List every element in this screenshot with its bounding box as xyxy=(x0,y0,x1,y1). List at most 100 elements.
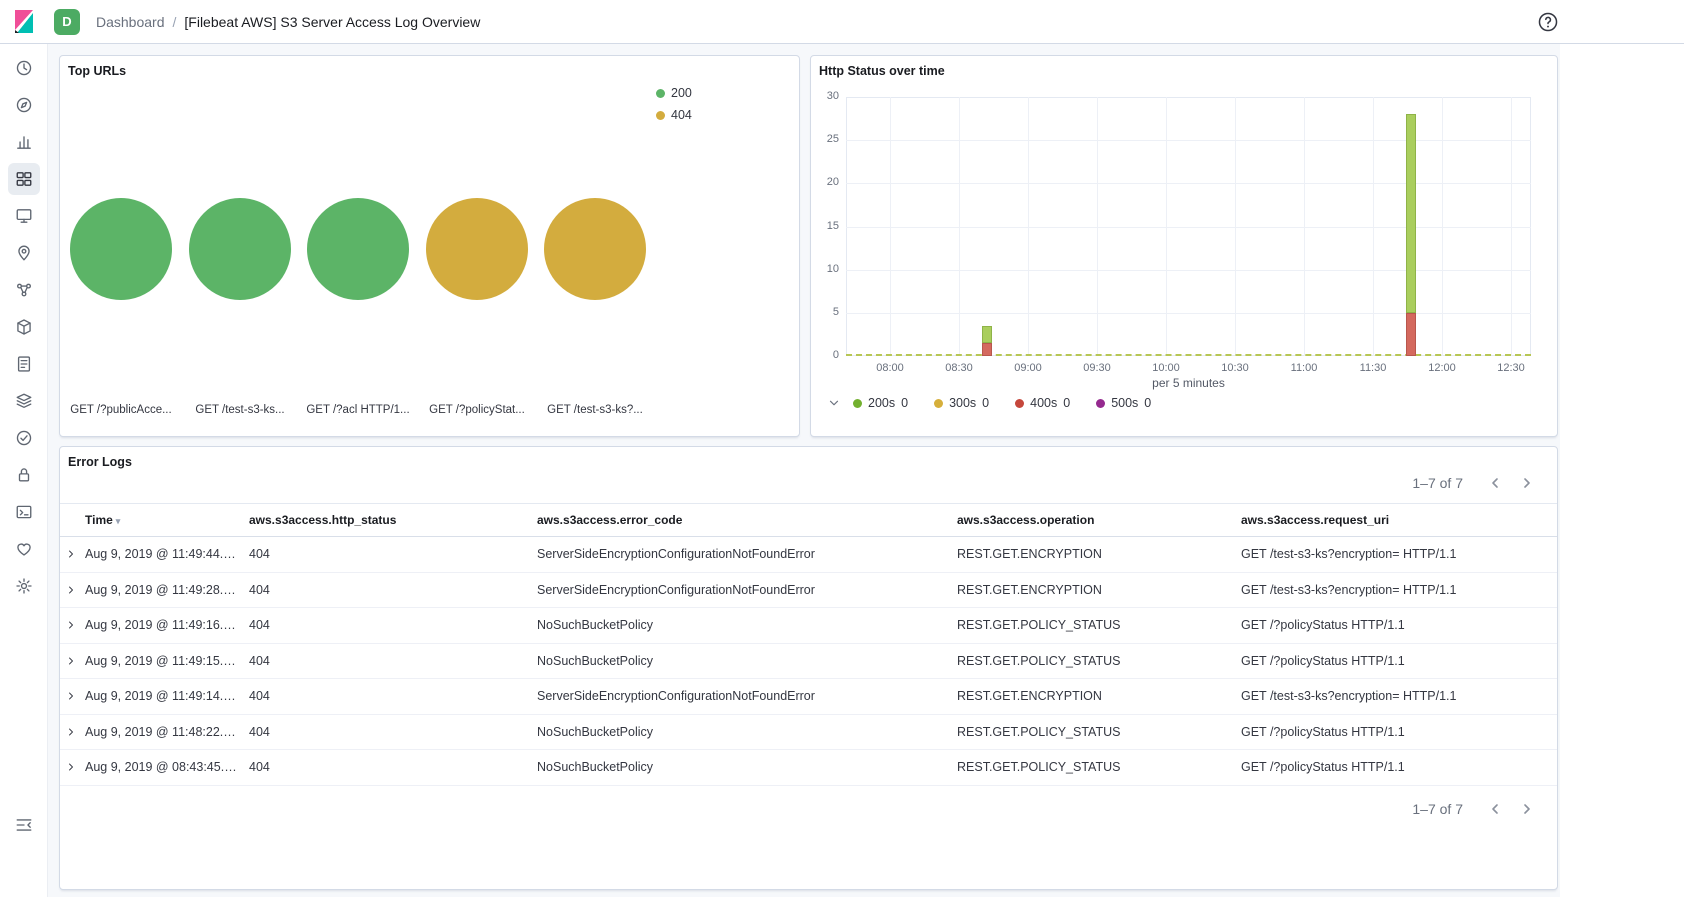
legend-item-200s[interactable]: 200s 0 xyxy=(853,396,908,410)
sidebar-item-recent[interactable] xyxy=(8,52,40,84)
cell-http-status: 404 xyxy=(249,654,537,668)
cell-request-uri: GET /?policyStatus HTTP/1.1 xyxy=(1241,618,1557,632)
column-header-time[interactable]: Time▾ xyxy=(85,513,249,527)
legend-item-300s[interactable]: 300s0 xyxy=(934,396,989,410)
bar-segment-200s[interactable] xyxy=(982,326,992,343)
error-logs-body: Aug 9, 2019 @ 11:49:44.000404ServerSideE… xyxy=(60,537,1557,786)
row-expand-button[interactable] xyxy=(65,655,77,667)
row-expand-button[interactable] xyxy=(65,761,77,773)
x-axis-tick-label: 12:00 xyxy=(1417,362,1467,374)
cell-error-code: ServerSideEncryptionConfigurationNotFoun… xyxy=(537,547,957,561)
kibana-logo-icon[interactable] xyxy=(0,10,48,34)
row-expand-button[interactable] xyxy=(65,619,77,631)
legend-value: 0 xyxy=(901,396,908,410)
help-icon[interactable] xyxy=(1536,11,1560,35)
cell-request-uri: GET /test-s3-ks?encryption= HTTP/1.1 xyxy=(1241,583,1557,597)
logs-icon xyxy=(15,355,33,373)
cell-time: Aug 9, 2019 @ 11:49:16.000 xyxy=(85,618,249,632)
panel-top-urls: Top URLs 200404 GET /?publicAcce...GET /… xyxy=(59,55,800,437)
sidebar-item-infrastructure[interactable] xyxy=(8,311,40,343)
breadcrumb-separator: / xyxy=(173,14,177,30)
sidebar-item-maps[interactable] xyxy=(8,237,40,269)
cell-http-status: 404 xyxy=(249,689,537,703)
y-axis-tick-label: 5 xyxy=(811,306,839,318)
cell-http-status: 404 xyxy=(249,760,537,774)
sidebar-collapse-button[interactable] xyxy=(8,809,40,841)
x-axis-tick-label: 09:30 xyxy=(1072,362,1122,374)
collapse-menu-icon xyxy=(15,816,33,834)
url-bubble[interactable] xyxy=(70,198,172,300)
legend-item-500s[interactable]: 500s0 xyxy=(1096,396,1151,410)
breadcrumb-dashboard[interactable]: Dashboard xyxy=(96,14,165,30)
sidebar-item-uptime[interactable] xyxy=(8,422,40,454)
sidebar-item-machine-learning[interactable] xyxy=(8,274,40,306)
apm-icon xyxy=(15,392,33,410)
table-row: Aug 9, 2019 @ 11:49:15.000404NoSuchBucke… xyxy=(60,644,1557,680)
cell-error-code: ServerSideEncryptionConfigurationNotFoun… xyxy=(537,583,957,597)
url-bubble[interactable] xyxy=(426,198,528,300)
sidebar-item-discover[interactable] xyxy=(8,89,40,121)
sidebar-item-monitoring[interactable] xyxy=(8,533,40,565)
x-axis-tick-label: 10:00 xyxy=(1141,362,1191,374)
pagination-prev-button[interactable] xyxy=(1481,469,1509,497)
pagination-next-button[interactable] xyxy=(1513,795,1541,823)
legend-dot xyxy=(934,399,943,408)
cell-request-uri: GET /?policyStatus HTTP/1.1 xyxy=(1241,760,1557,774)
sidebar-item-canvas[interactable] xyxy=(8,200,40,232)
app-sidebar xyxy=(0,44,48,897)
sidebar-nav xyxy=(0,44,47,602)
breadcrumb: Dashboard / [Filebeat AWS] S3 Server Acc… xyxy=(96,14,480,30)
dashboard-canvas: Top URLs 200404 GET /?publicAcce...GET /… xyxy=(48,44,1560,897)
sidebar-item-dev-tools[interactable] xyxy=(8,496,40,528)
row-expand-button[interactable] xyxy=(65,726,77,738)
row-expand-button[interactable] xyxy=(65,548,77,560)
column-header-aws-s3access-error-code[interactable]: aws.s3access.error_code xyxy=(537,513,957,527)
siem-icon xyxy=(15,466,33,484)
url-bubble[interactable] xyxy=(307,198,409,300)
cell-http-status: 404 xyxy=(249,725,537,739)
column-header-aws-s3access-operation[interactable]: aws.s3access.operation xyxy=(957,513,1241,527)
x-axis-tick-label: 10:30 xyxy=(1210,362,1260,374)
http-legend-items: 200s0300s0400s0500s0 xyxy=(853,396,1151,410)
cell-operation: REST.GET.POLICY_STATUS xyxy=(957,654,1241,668)
sidebar-item-dashboard[interactable] xyxy=(8,163,40,195)
bar-segment-400s[interactable] xyxy=(1406,313,1416,356)
legend-collapse-button[interactable] xyxy=(827,396,841,410)
column-header-aws-s3access-request-uri[interactable]: aws.s3access.request_uri xyxy=(1241,513,1557,527)
legend-item-400s[interactable]: 400s0 xyxy=(1015,396,1070,410)
legend-dot xyxy=(1015,399,1024,408)
bar-segment-400s[interactable] xyxy=(982,343,992,356)
url-bubble[interactable] xyxy=(544,198,646,300)
cell-time: Aug 9, 2019 @ 11:49:28.000 xyxy=(85,583,249,597)
pagination-next-button[interactable] xyxy=(1513,469,1541,497)
legend-series: 200s xyxy=(868,396,895,410)
url-bubble-label[interactable]: GET /test-s3-ks?... xyxy=(525,404,665,416)
sidebar-item-management[interactable] xyxy=(8,570,40,602)
sidebar-item-apm[interactable] xyxy=(8,385,40,417)
legend-series: 300s xyxy=(949,396,976,410)
dashboard-icon xyxy=(15,170,33,188)
sidebar-item-logs[interactable] xyxy=(8,348,40,380)
cell-error-code: NoSuchBucketPolicy xyxy=(537,618,957,632)
cell-error-code: NoSuchBucketPolicy xyxy=(537,725,957,739)
sidebar-item-siem[interactable] xyxy=(8,459,40,491)
bar-segment-200s[interactable] xyxy=(1406,114,1416,313)
row-expand-button[interactable] xyxy=(65,584,77,596)
zero-baseline xyxy=(846,354,1531,356)
visualize-icon xyxy=(15,133,33,151)
cell-operation: REST.GET.POLICY_STATUS xyxy=(957,725,1241,739)
space-badge[interactable]: D xyxy=(54,9,80,35)
y-axis-tick-label: 25 xyxy=(811,133,839,145)
row-expand-button[interactable] xyxy=(65,690,77,702)
x-axis-tick-label: 11:30 xyxy=(1348,362,1398,374)
sidebar-item-visualize[interactable] xyxy=(8,126,40,158)
monitoring-icon xyxy=(15,540,33,558)
cell-error-code: NoSuchBucketPolicy xyxy=(537,654,957,668)
url-bubble[interactable] xyxy=(189,198,291,300)
column-header-aws-s3access-http-status[interactable]: aws.s3access.http_status xyxy=(249,513,537,527)
pagination-prev-button[interactable] xyxy=(1481,795,1509,823)
cell-http-status: 404 xyxy=(249,547,537,561)
legend-value: 0 xyxy=(1063,396,1070,410)
table-row: Aug 9, 2019 @ 11:49:16.000404NoSuchBucke… xyxy=(60,608,1557,644)
cell-time: Aug 9, 2019 @ 11:49:44.000 xyxy=(85,547,249,561)
